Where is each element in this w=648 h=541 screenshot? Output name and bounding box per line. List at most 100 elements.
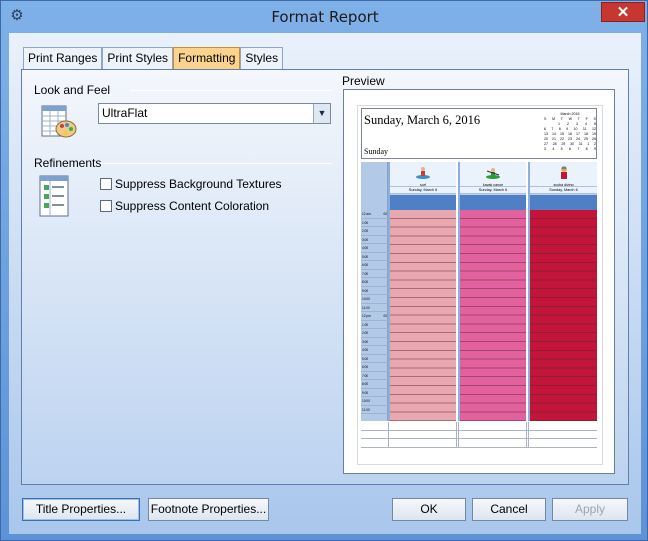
resource-column: kayak canoe Sunday, March 6 bbox=[458, 162, 526, 421]
time-slot: 4:00 bbox=[361, 346, 388, 355]
mini-calendar-day: 3 bbox=[544, 147, 546, 151]
time-slot: 12 pm 00 bbox=[361, 312, 388, 321]
look-and-feel-select[interactable]: UltraFlat ▼ bbox=[98, 103, 331, 124]
suppress-background-textures-option[interactable]: Suppress Background Textures bbox=[100, 176, 282, 192]
time-slot: 1:00 bbox=[361, 321, 388, 329]
suppress-content-coloration-checkbox[interactable] bbox=[100, 200, 112, 212]
time-slot: 1:00 bbox=[361, 219, 388, 227]
schedule-grid: 12 am 00 1:00 2:00 3:00 4:00 5:00 6:00 7:00 8:00 9… bbox=[361, 162, 597, 462]
title-properties-button[interactable]: Title Properties... bbox=[22, 498, 140, 521]
refinements-divider bbox=[100, 163, 332, 164]
preview-area: Sunday, March 6, 2016 Sunday March 2016 … bbox=[343, 89, 615, 474]
time-column: 12 am 00 1:00 2:00 3:00 4:00 5:00 6:00 7:00 8:00 9… bbox=[361, 162, 388, 421]
mini-calendar-day: W bbox=[568, 117, 573, 121]
time-slot: 9:00 bbox=[361, 389, 388, 397]
close-button[interactable]: ✕ bbox=[601, 2, 645, 22]
time-slot: 6:00 bbox=[361, 363, 388, 372]
footer-divider bbox=[388, 439, 389, 448]
mini-calendar-day: T bbox=[560, 117, 563, 121]
look-and-feel-icon bbox=[41, 105, 77, 138]
resource-column: surf Sunday, March 6 bbox=[388, 162, 456, 421]
tab-print-styles[interactable]: Print Styles bbox=[102, 47, 174, 69]
time-slot: 12 am 00 bbox=[361, 210, 388, 219]
mini-calendar: March 2016 S M T W T F S 1 2 3 4 5 6 7 8 9 10 11 12 13 14 15 1… bbox=[544, 112, 596, 152]
time-slot: 5:00 bbox=[361, 253, 388, 261]
tab-print-ranges[interactable]: Print Ranges bbox=[23, 47, 103, 69]
suppress-content-coloration-label: Suppress Content Coloration bbox=[115, 199, 270, 213]
mini-calendar-day: 4 bbox=[552, 147, 555, 151]
cancel-button[interactable]: Cancel bbox=[472, 498, 546, 521]
time-slot: 2:00 bbox=[361, 227, 388, 236]
footer-divider bbox=[526, 439, 527, 448]
chevron-down-icon[interactable]: ▼ bbox=[313, 104, 330, 123]
refinements-label: Refinements bbox=[34, 156, 102, 170]
resource-timeslots bbox=[460, 210, 526, 421]
footer-divider bbox=[388, 422, 389, 431]
look-and-feel-label: Look and Feel bbox=[34, 83, 111, 97]
resource-column: scuba diving Sunday, March 6 bbox=[528, 162, 597, 421]
ok-button[interactable]: OK bbox=[392, 498, 466, 521]
time-cells: 12 am 00 1:00 2:00 3:00 4:00 5:00 6:00 7:00 8:00 9… bbox=[361, 210, 388, 414]
suppress-content-coloration-option[interactable]: Suppress Content Coloration bbox=[100, 198, 269, 214]
time-slot: 11:00 bbox=[361, 406, 388, 414]
all-day-band bbox=[390, 195, 456, 210]
resource-header: surf Sunday, March 6 bbox=[390, 162, 456, 194]
time-slot: 7:00 bbox=[361, 372, 388, 380]
footer-rows bbox=[361, 422, 597, 448]
footer-divider bbox=[458, 439, 459, 448]
refinements-icon bbox=[39, 175, 69, 217]
apply-button[interactable]: Apply bbox=[552, 498, 628, 521]
time-slot: 8:00 bbox=[361, 278, 388, 287]
preview-page: Sunday, March 6, 2016 Sunday March 2016 … bbox=[357, 105, 603, 465]
suppress-background-textures-label: Suppress Background Textures bbox=[115, 177, 282, 191]
dialog-client: Print Ranges Print Styles Formatting Sty… bbox=[9, 33, 641, 534]
resource-timeslots bbox=[390, 210, 456, 421]
time-slot: 7:00 bbox=[361, 270, 388, 278]
footer-divider bbox=[456, 422, 457, 431]
time-slot: 9:00 bbox=[361, 287, 388, 295]
tab-styles[interactable]: Styles bbox=[240, 47, 284, 69]
footer-row bbox=[361, 439, 597, 448]
window-title: Format Report bbox=[271, 8, 379, 26]
time-slot: 6:00 bbox=[361, 261, 388, 270]
tab-formatting[interactable]: Formatting bbox=[173, 47, 241, 69]
footer-divider bbox=[528, 439, 529, 448]
resource-timeslots bbox=[530, 210, 597, 421]
mini-calendar-day: 9 bbox=[593, 147, 596, 151]
mini-calendar-day: 8 bbox=[585, 147, 588, 151]
suppress-background-textures-checkbox[interactable] bbox=[100, 178, 112, 190]
resource-header: scuba diving Sunday, March 6 bbox=[530, 162, 597, 194]
tab-strip: Print Ranges Print Styles Formatting Sty… bbox=[23, 47, 284, 69]
mini-calendar-day: M bbox=[552, 117, 556, 121]
time-slot: 3:00 bbox=[361, 236, 388, 244]
formatting-panel: Look and Feel UltraFlat ▼ Refinements Su… bbox=[21, 69, 629, 485]
mini-calendar-day: T bbox=[577, 117, 580, 121]
look-and-feel-divider bbox=[130, 90, 332, 91]
time-slot: 5:00 bbox=[361, 355, 388, 363]
preview-date-title: Sunday, March 6, 2016 bbox=[364, 113, 481, 127]
format-report-dialog: ⚙ Format Report ✕ Print Ranges Print Sty… bbox=[0, 0, 648, 541]
resource-header: kayak canoe Sunday, March 6 bbox=[460, 162, 526, 194]
mini-calendar-day: 7 bbox=[577, 147, 580, 151]
preview-label: Preview bbox=[342, 74, 385, 88]
footer-divider bbox=[458, 430, 459, 439]
surfer-icon bbox=[415, 165, 431, 181]
time-slot: 11:00 bbox=[361, 304, 388, 312]
resource-date: Sunday, March 6 bbox=[390, 186, 456, 193]
time-slot: 3:00 bbox=[361, 338, 388, 346]
footer-divider bbox=[526, 422, 527, 431]
kayak-icon bbox=[485, 165, 501, 181]
resource-date: Sunday, March 6 bbox=[530, 186, 597, 193]
preview-day-label: Sunday bbox=[364, 147, 388, 156]
footer-row bbox=[361, 430, 597, 439]
footnote-properties-button[interactable]: Footnote Properties... bbox=[148, 498, 269, 521]
footer-divider bbox=[388, 430, 389, 439]
title-bar: ⚙ Format Report ✕ bbox=[1, 1, 648, 33]
preview-header: Sunday, March 6, 2016 Sunday March 2016 … bbox=[361, 108, 597, 159]
footer-divider bbox=[526, 430, 527, 439]
footer-divider bbox=[528, 422, 529, 431]
footer-row bbox=[361, 422, 597, 431]
footer-divider bbox=[458, 422, 459, 431]
all-day-band bbox=[460, 195, 526, 210]
mini-calendar-day: 6 bbox=[568, 147, 571, 151]
